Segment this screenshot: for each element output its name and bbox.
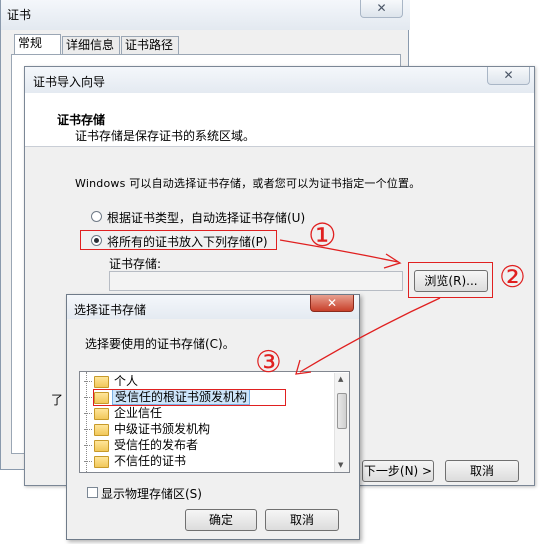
learn-more-link[interactable]: 了 xyxy=(51,391,63,408)
tree-scrollbar[interactable]: ▲ ▼ xyxy=(334,373,349,472)
annotation-box-manual-option xyxy=(80,230,277,250)
scroll-thumb[interactable] xyxy=(337,393,347,429)
close-icon[interactable]: ✕ xyxy=(487,67,530,85)
select-store-cancel-button[interactable]: 取消 xyxy=(265,509,339,531)
wizard-cancel-button[interactable]: 取消 xyxy=(445,460,519,482)
close-icon[interactable]: ✕ xyxy=(360,0,403,18)
ok-button[interactable]: 确定 xyxy=(185,509,257,531)
select-store-titlebar: 选择证书存储 ✕ xyxy=(67,295,359,319)
wizard-header-subtitle: 证书存储是保存证书的系统区域。 xyxy=(75,129,256,143)
select-store-title: 选择证书存储 xyxy=(74,303,147,317)
show-physical-checkbox[interactable] xyxy=(87,487,98,498)
close-icon[interactable]: ✕ xyxy=(310,295,354,312)
store-tree[interactable]: 个人 受信任的根证书颁发机构 企业信任 中级证书颁发机构 受信任的发布者 不信任… xyxy=(79,371,350,473)
store-field[interactable] xyxy=(109,271,403,291)
wizard-description: Windows 可以自动选择证书存储，或者您可以为证书指定一个位置。 xyxy=(75,177,421,190)
certificate-titlebar: 证书 ✕ xyxy=(1,0,410,30)
select-store-prompt: 选择要使用的证书存储(C)。 xyxy=(85,337,235,351)
folder-icon xyxy=(94,376,109,388)
store-label: 证书存储: xyxy=(109,257,162,271)
wizard-title: 证书导入向导 xyxy=(33,75,106,89)
wizard-header-title: 证书存储 xyxy=(57,113,106,127)
folder-icon xyxy=(94,424,109,436)
auto-store-radio[interactable] xyxy=(91,211,102,222)
tab-cert-path[interactable]: 证书路径 xyxy=(121,36,179,54)
wizard-titlebar: 证书导入向导 ✕ xyxy=(25,67,534,93)
select-store-dialog: 选择证书存储 ✕ 选择要使用的证书存储(C)。 个人 受信任的根证书颁发机构 企… xyxy=(66,294,360,540)
scroll-down-icon[interactable]: ▼ xyxy=(338,461,343,469)
auto-store-label[interactable]: 根据证书类型，自动选择证书存储(U) xyxy=(107,209,305,226)
annotation-box-trusted-root xyxy=(93,389,286,406)
show-physical-label[interactable]: 显示物理存储区(S) xyxy=(101,485,202,502)
folder-icon xyxy=(94,408,109,420)
tab-general[interactable]: 常规 xyxy=(14,34,61,54)
tab-details[interactable]: 详细信息 xyxy=(62,36,120,54)
certificate-window-title: 证书 xyxy=(7,8,32,22)
folder-icon xyxy=(94,440,109,452)
folder-icon xyxy=(94,456,109,468)
scroll-up-icon[interactable]: ▲ xyxy=(338,375,343,383)
next-button[interactable]: 下一步(N) > xyxy=(362,460,434,482)
annotation-box-browse xyxy=(408,262,493,298)
